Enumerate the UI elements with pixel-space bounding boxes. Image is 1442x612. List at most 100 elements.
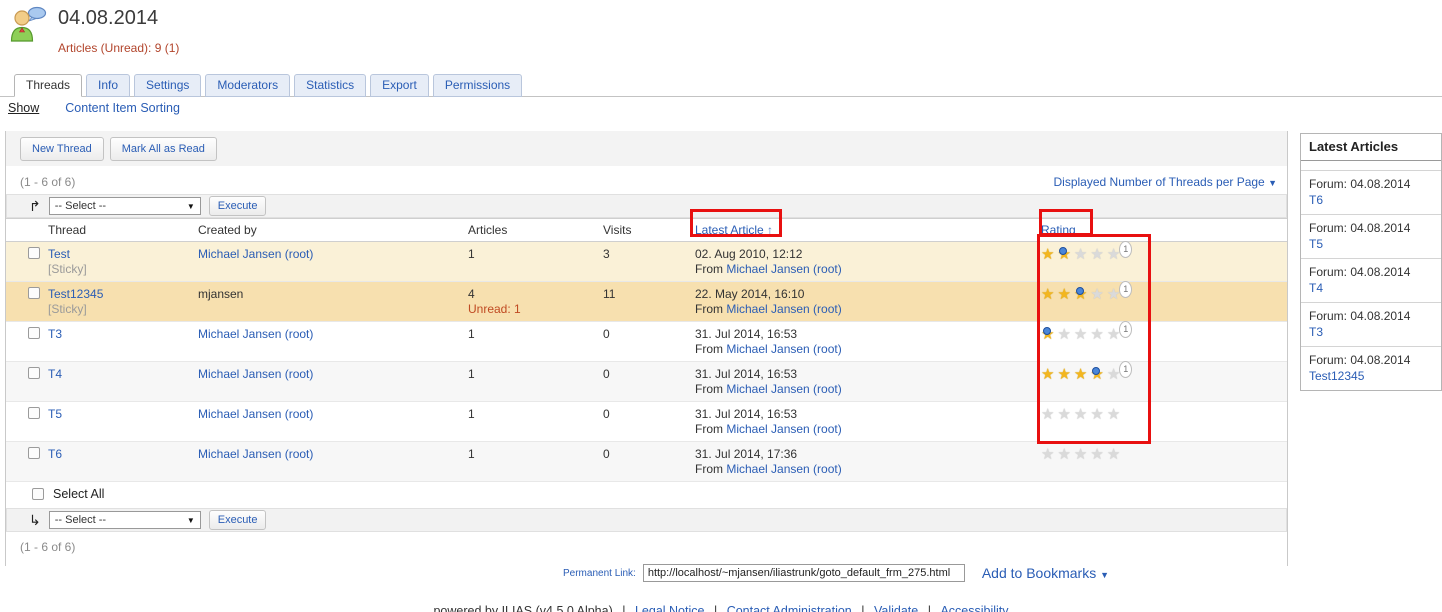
latest-author-link[interactable]: Michael Jansen (root)	[726, 422, 841, 436]
latest-from-label: From	[695, 302, 723, 316]
threads-per-page-link[interactable]: Displayed Number of Threads per Page ▼	[1054, 175, 1278, 189]
thread-link[interactable]: T3	[48, 327, 62, 341]
tab-permissions[interactable]: Permissions	[433, 74, 522, 97]
row-checkbox[interactable]	[28, 327, 40, 339]
bulk-action-select-top[interactable]: -- Select -- ▼	[49, 197, 201, 215]
thread-link[interactable]: Test12345	[48, 287, 103, 301]
page-footer: powered by ILIAS (v4.5.0 Alpha) | Legal …	[0, 604, 1442, 612]
accessibility-link[interactable]: Accessibility	[940, 604, 1008, 612]
thread-link[interactable]: T4	[48, 367, 62, 381]
bulk-action-bar-bottom: ↳ -- Select -- ▼ Execute	[6, 508, 1287, 532]
table-row: Test12345 [Sticky] mjansen 4 Unread: 1 1…	[6, 282, 1287, 322]
latest-article-date: 02. Aug 2010, 12:12	[695, 247, 802, 261]
thread-link[interactable]: T5	[48, 407, 62, 421]
latest-author-link[interactable]: Michael Jansen (root)	[726, 382, 841, 396]
latest-article-date: 31. Jul 2014, 16:53	[695, 367, 797, 381]
forum-label: Forum: 04.08.2014	[1309, 308, 1433, 324]
articles-count: 4	[468, 287, 475, 301]
unread-count-label: Unread: 1	[468, 302, 521, 316]
thread-toolbar: New Thread Mark All as Read	[6, 131, 1287, 166]
tab-threads[interactable]: Threads	[14, 74, 82, 97]
sort-rating-link[interactable]: Rating	[1041, 223, 1076, 237]
latest-articles-panel: Latest Articles Forum: 04.08.2014 T6 For…	[1300, 133, 1442, 391]
row-checkbox[interactable]	[28, 367, 40, 379]
result-count-top: (1 - 6 of 6)	[20, 175, 75, 189]
rating-votes-badge: 1	[1119, 361, 1132, 378]
threads-panel: New Thread Mark All as Read (1 - 6 of 6)…	[5, 131, 1288, 566]
table-row: T4 Michael Jansen (root) 1 0 31. Jul 201…	[6, 362, 1287, 402]
add-to-bookmarks-link[interactable]: Add to Bookmarks ▼	[982, 565, 1109, 581]
creator-link[interactable]: Michael Jansen (root)	[198, 327, 313, 341]
forum-user-icon	[8, 5, 48, 43]
thread-link[interactable]: T6	[48, 447, 62, 461]
visits-count: 3	[601, 242, 693, 282]
latest-article-thread-link[interactable]: T5	[1309, 237, 1323, 251]
latest-article-thread-link[interactable]: T6	[1309, 193, 1323, 207]
rating-stars: ★★★★★	[1041, 248, 1123, 262]
contact-administration-link[interactable]: Contact Administration	[727, 604, 852, 612]
tab-moderators[interactable]: Moderators	[205, 74, 290, 97]
table-row: T6 Michael Jansen (root) 1 0 31. Jul 201…	[6, 442, 1287, 482]
mark-all-read-button[interactable]: Mark All as Read	[110, 137, 217, 161]
select-all-checkbox[interactable]	[32, 488, 44, 500]
creator-link[interactable]: Michael Jansen (root)	[198, 447, 313, 461]
forum-admin-page: 04.08.2014 Articles (Unread): 9 (1) Thre…	[0, 0, 1442, 612]
latest-article-thread-link[interactable]: T3	[1309, 325, 1323, 339]
sort-latest-article-link[interactable]: Latest Article	[695, 223, 764, 237]
visits-count: 0	[601, 322, 693, 362]
latest-article-thread-link[interactable]: T4	[1309, 281, 1323, 295]
powered-by-text: powered by ILIAS (v4.5.0 Alpha)	[433, 604, 612, 612]
select-all-row: Select All	[6, 482, 1287, 505]
row-checkbox[interactable]	[28, 247, 40, 259]
page-header: 04.08.2014 Articles (Unread): 9 (1)	[8, 5, 179, 55]
tab-statistics[interactable]: Statistics	[294, 74, 366, 97]
rating-votes-badge: 1	[1119, 281, 1132, 298]
col-header-thread: Thread	[46, 219, 196, 242]
creator-link[interactable]: Michael Jansen (root)	[198, 407, 313, 421]
row-checkbox[interactable]	[28, 407, 40, 419]
list-item: Forum: 04.08.2014 T4	[1301, 259, 1441, 303]
row-checkbox[interactable]	[28, 447, 40, 459]
latest-author-link[interactable]: Michael Jansen (root)	[726, 302, 841, 316]
rating-votes-badge: 1	[1119, 321, 1132, 338]
rating-stars: ★★★★★	[1041, 328, 1123, 342]
latest-author-link[interactable]: Michael Jansen (root)	[726, 262, 841, 276]
select-caret-icon: ▼	[187, 516, 195, 525]
rating-stars: ★★★★★	[1041, 408, 1123, 422]
tab-settings[interactable]: Settings	[134, 74, 201, 97]
thread-link[interactable]: Test	[48, 247, 70, 261]
new-thread-button[interactable]: New Thread	[20, 137, 104, 161]
table-row: T5 Michael Jansen (root) 1 0 31. Jul 201…	[6, 402, 1287, 442]
execute-button-bottom[interactable]: Execute	[209, 510, 267, 530]
list-item: Forum: 04.08.2014 T5	[1301, 215, 1441, 259]
row-checkbox[interactable]	[28, 287, 40, 299]
permalink-input[interactable]	[643, 564, 965, 582]
list-item: Forum: 04.08.2014 T6	[1301, 171, 1441, 215]
creator-link[interactable]: Michael Jansen (root)	[198, 367, 313, 381]
latest-article-thread-link[interactable]: Test12345	[1309, 369, 1364, 383]
latest-author-link[interactable]: Michael Jansen (root)	[726, 342, 841, 356]
latest-article-date: 31. Jul 2014, 16:53	[695, 327, 797, 341]
unread-articles-info: Articles (Unread): 9 (1)	[58, 41, 179, 55]
rating-stars: ★★★★★	[1041, 448, 1123, 462]
legal-notice-link[interactable]: Legal Notice	[635, 604, 705, 612]
subtab-content-item-sorting[interactable]: Content Item Sorting	[65, 101, 180, 115]
visits-count: 0	[601, 362, 693, 402]
latest-author-link[interactable]: Michael Jansen (root)	[726, 462, 841, 476]
bulk-action-select-bottom[interactable]: -- Select -- ▼	[49, 511, 201, 529]
list-item: Forum: 04.08.2014 T3	[1301, 303, 1441, 347]
tab-info[interactable]: Info	[86, 74, 130, 97]
visits-count: 0	[601, 402, 693, 442]
validate-link[interactable]: Validate	[874, 604, 918, 612]
creator-link[interactable]: Michael Jansen (root)	[198, 247, 313, 261]
articles-count: 1	[466, 362, 601, 402]
latest-article-date: 31. Jul 2014, 16:53	[695, 407, 797, 421]
subtab-show[interactable]: Show	[8, 101, 39, 115]
forum-label: Forum: 04.08.2014	[1309, 176, 1433, 192]
tab-bar: Threads Info Settings Moderators Statist…	[0, 73, 1442, 97]
bulk-action-bar-top: ↱ -- Select -- ▼ Execute	[6, 194, 1287, 218]
tab-export[interactable]: Export	[370, 74, 429, 97]
visits-count: 0	[601, 442, 693, 482]
execute-button-top[interactable]: Execute	[209, 196, 267, 216]
latest-from-label: From	[695, 462, 723, 476]
